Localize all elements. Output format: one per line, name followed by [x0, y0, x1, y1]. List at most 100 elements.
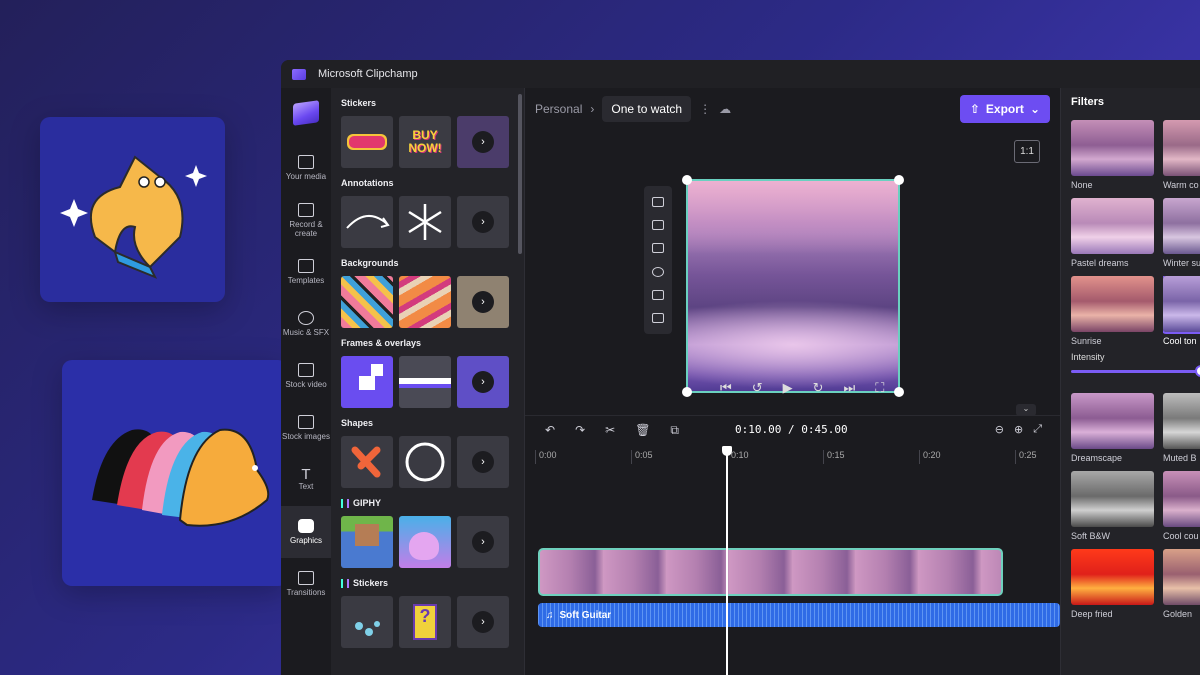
annotation-asterisk-thumb[interactable]	[399, 196, 451, 248]
filter-none[interactable]: None	[1071, 120, 1155, 190]
resize-handle-bottom-right[interactable]	[894, 387, 904, 397]
fit-timeline-icon[interactable]: ⤢	[1033, 423, 1042, 436]
timeline-ruler[interactable]: 0:00 0:05 0:10 0:15 0:20 0:25	[525, 450, 1060, 464]
rail-item-stock-video[interactable]: Stock video	[281, 350, 331, 402]
resize-handle-top-left[interactable]	[682, 175, 692, 185]
video-canvas[interactable]	[682, 175, 904, 397]
chevron-right-icon[interactable]: ›	[472, 371, 494, 393]
redo-icon[interactable]: ↷	[575, 423, 585, 437]
filter-cool-tone[interactable]: Cool ton	[1163, 276, 1200, 346]
bell-illustration-icon	[92, 428, 270, 527]
giphy-sticker-question-thumb[interactable]: ?	[399, 596, 451, 648]
intensity-slider[interactable]	[1071, 365, 1200, 377]
ruler-tick: 0:25	[1015, 450, 1037, 464]
chevron-right-icon[interactable]: ›	[472, 611, 494, 633]
rail-label: Templates	[287, 276, 325, 285]
split-icon[interactable]: ✂	[605, 423, 615, 437]
more-options-icon[interactable]: ⋮	[699, 102, 711, 116]
resize-handle-bottom-left[interactable]	[682, 387, 692, 397]
project-name[interactable]: One to watch	[602, 96, 692, 122]
rail-item-graphics[interactable]: Graphics	[281, 506, 331, 558]
sticker-buy-now-thumb[interactable]: BUY NOW!	[399, 116, 451, 168]
playhead[interactable]	[722, 446, 732, 675]
shape-x-thumb[interactable]	[341, 436, 393, 488]
rail-item-your-media[interactable]: Your media	[281, 142, 331, 194]
chevron-right-icon[interactable]: ›	[472, 291, 494, 313]
frame-overlay-thumb-more[interactable]: ›	[457, 356, 509, 408]
filter-deep-fried[interactable]: Deep fried	[1071, 549, 1155, 619]
background-pattern-thumb[interactable]	[341, 276, 393, 328]
shape-thumb-more[interactable]: ›	[457, 436, 509, 488]
duplicate-icon[interactable]: ⧉	[670, 423, 679, 438]
library-scrollbar[interactable]	[518, 94, 522, 254]
chevron-right-icon[interactable]: ›	[472, 531, 494, 553]
music-note-icon	[298, 311, 314, 325]
fit-icon[interactable]	[652, 196, 664, 207]
delete-icon[interactable]: 🗑	[635, 423, 650, 437]
aspect-ratio-button[interactable]: 1:1	[1014, 140, 1040, 163]
filter-warm[interactable]: Warm co	[1163, 120, 1200, 190]
giphy-sticker-thumb[interactable]	[341, 596, 393, 648]
video-clip[interactable]	[538, 548, 1003, 596]
background-thumb-more[interactable]: ›	[457, 276, 509, 328]
skip-back-icon[interactable]: ⏮	[720, 380, 732, 396]
chevron-right-icon[interactable]: ›	[472, 211, 494, 233]
camera-icon	[298, 202, 314, 217]
play-icon[interactable]: ▶	[783, 380, 793, 396]
filter-golden[interactable]: Golden	[1163, 549, 1200, 619]
chevron-right-icon[interactable]: ›	[472, 451, 494, 473]
zoom-out-icon[interactable]: ⊖	[995, 423, 1004, 436]
giphy-logo-icon	[341, 498, 349, 508]
skip-forward-icon[interactable]: ⏭	[844, 380, 856, 396]
sticker-hola-thumb[interactable]	[341, 116, 393, 168]
pip-icon[interactable]	[652, 243, 664, 254]
rewind-5-icon[interactable]: ↺	[752, 380, 763, 396]
rail-item-transitions[interactable]: Transitions	[281, 558, 331, 610]
export-button[interactable]: ⇧ Export ⌄	[959, 95, 1050, 123]
library-section-stickers: Stickers BUY NOW! ›	[331, 88, 524, 168]
rail-item-templates[interactable]: Templates	[281, 246, 331, 298]
timecode: 0:10.00 / 0:45.00	[735, 423, 848, 436]
chevron-right-icon[interactable]: ›	[472, 131, 494, 153]
library-section-shapes: Shapes ›	[331, 408, 524, 488]
fullscreen-icon[interactable]: ⛶	[875, 380, 884, 396]
giphy-minecraft-thumb[interactable]	[341, 516, 393, 568]
breadcrumb-personal[interactable]: Personal	[535, 102, 582, 116]
forward-5-icon[interactable]: ↻	[813, 380, 824, 396]
crop-icon[interactable]	[652, 219, 664, 230]
filter-sunrise[interactable]: Sunrise	[1071, 276, 1155, 346]
sticker-thumb-more[interactable]: ›	[457, 116, 509, 168]
giphy-thumb-more[interactable]: ›	[457, 516, 509, 568]
rail-item-record-create[interactable]: Record & create	[281, 194, 331, 246]
frame-overlay-thumb[interactable]	[399, 356, 451, 408]
filter-cool-country[interactable]: Cool cou	[1163, 471, 1200, 541]
frame-overlay-thumb[interactable]	[341, 356, 393, 408]
zoom-in-icon[interactable]: ⊕	[1014, 423, 1023, 436]
filter-muted-bw[interactable]: Muted B	[1163, 393, 1200, 463]
giphy-sticker-thumb-more[interactable]: ›	[457, 596, 509, 648]
cloud-sync-icon[interactable]: ☁	[719, 102, 731, 116]
audio-clip[interactable]: ♫ Soft Guitar	[538, 603, 1060, 627]
flip-vertical-icon[interactable]	[652, 313, 664, 324]
filter-dreamscape[interactable]: Dreamscape	[1071, 393, 1155, 463]
resize-handle-top-right[interactable]	[894, 175, 904, 185]
sticker-illustration-icon	[60, 155, 207, 279]
filter-pastel-dreams[interactable]: Pastel dreams	[1071, 198, 1155, 268]
rail-item-text[interactable]: T Text	[281, 454, 331, 506]
annotation-arrow-thumb[interactable]	[341, 196, 393, 248]
rotate-icon[interactable]	[652, 266, 664, 277]
filter-label: Muted B	[1163, 453, 1197, 463]
annotation-thumb-more[interactable]: ›	[457, 196, 509, 248]
intensity-slider-knob[interactable]	[1195, 365, 1200, 377]
filter-soft-bw[interactable]: Soft B&W	[1071, 471, 1155, 541]
flip-horizontal-icon[interactable]	[652, 289, 664, 300]
sticker-text: BUY NOW!	[408, 128, 442, 155]
undo-icon[interactable]: ↶	[545, 423, 555, 437]
rail-item-stock-images[interactable]: Stock images	[281, 402, 331, 454]
rail-item-music-sfx[interactable]: Music & SFX	[281, 298, 331, 350]
filter-winter[interactable]: Winter su	[1163, 198, 1200, 268]
giphy-character-thumb[interactable]	[399, 516, 451, 568]
background-pattern-thumb[interactable]	[399, 276, 451, 328]
shape-circle-thumb[interactable]	[399, 436, 451, 488]
ruler-tick: 0:05	[631, 450, 653, 464]
